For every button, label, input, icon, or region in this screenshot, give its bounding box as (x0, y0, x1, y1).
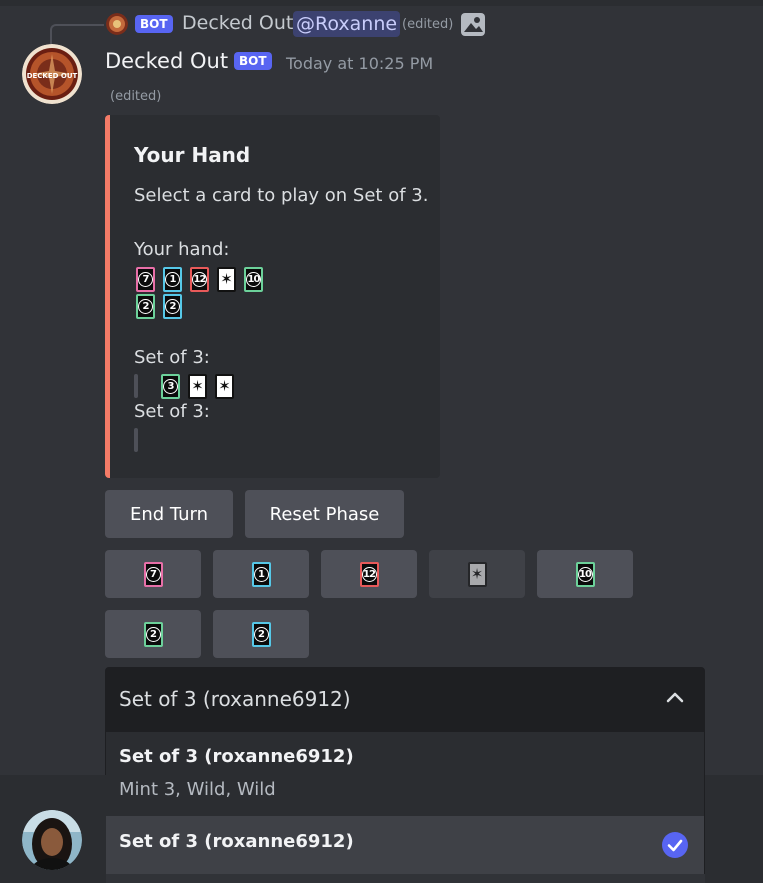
set1-quote-bar (134, 374, 138, 398)
user-avatar[interactable] (22, 810, 82, 870)
channel-top-strip (0, 0, 763, 6)
number-card-icon: 1 (251, 561, 271, 587)
reply-author-name[interactable]: Decked Out (182, 12, 293, 34)
card-value: 2 (165, 299, 180, 314)
card-value: 2 (253, 626, 269, 642)
number-card-icon: 2 (136, 294, 155, 319)
wild-card-icon: ✶ (217, 267, 236, 292)
star-icon: ✶ (220, 270, 233, 288)
set1-label: Set of 3: (134, 347, 210, 368)
hand-label: Your hand: (134, 239, 230, 260)
card-value: 1 (253, 566, 269, 582)
card-value: 1 (165, 272, 180, 287)
select-option-selected[interactable]: Set of 3 (roxanne6912) (106, 816, 704, 874)
number-card-icon: 10 (244, 267, 263, 292)
card-value: 7 (138, 272, 153, 287)
star-icon: ✶ (191, 377, 204, 395)
card-value: 7 (145, 566, 161, 582)
set2-label: Set of 3: (134, 401, 210, 422)
wild-card-icon: ✶ (467, 561, 487, 587)
number-card-icon: 7 (143, 561, 163, 587)
option-description: Mint 3, Wild, Wild (119, 779, 276, 800)
select-value: Set of 3 (roxanne6912) (119, 687, 351, 711)
end-turn-label: End Turn (129, 503, 209, 525)
embed-description: Select a card to play on Set of 3. (134, 185, 429, 206)
star-icon: ✶ (218, 377, 231, 395)
image-icon[interactable] (460, 12, 486, 37)
checkmark-icon (662, 832, 688, 858)
reply-bot-tag: BOT (135, 15, 173, 33)
card-value: 10 (577, 566, 593, 582)
reply-spine (50, 24, 104, 44)
bot-avatar[interactable]: DECKED OUT (22, 44, 82, 104)
reply-mention[interactable]: @Roxanne (293, 11, 401, 37)
number-card-icon: 1 (163, 267, 182, 292)
set2-quote-bar (134, 428, 138, 452)
play-card-button[interactable]: 1 (213, 550, 309, 598)
end-turn-button[interactable]: End Turn (105, 490, 233, 538)
bot-tag: BOT (234, 52, 272, 70)
star-icon: ✶ (470, 564, 484, 583)
number-card-icon: 10 (575, 561, 595, 587)
select-option[interactable]: Set of 3 (roxanne6912) Mint 3, Wild, Wil… (106, 732, 704, 816)
number-card-icon: 2 (143, 621, 163, 647)
message-timestamp[interactable]: Today at 10:25 PM (286, 54, 433, 73)
play-card-button[interactable]: 2 (213, 610, 309, 658)
reply-edited-label: (edited) (402, 17, 454, 32)
number-card-icon: 3 (161, 374, 180, 399)
number-card-icon: 2 (163, 294, 182, 319)
reset-phase-label: Reset Phase (269, 503, 380, 525)
wild-card-icon: ✶ (188, 374, 207, 399)
reset-phase-button[interactable]: Reset Phase (245, 490, 404, 538)
option-label: Set of 3 (roxanne6912) (119, 746, 354, 767)
select-menu: Set of 3 (roxanne6912) Mint 3, Wild, Wil… (105, 731, 705, 874)
chevron-up-icon[interactable] (666, 690, 684, 704)
edited-label: (edited) (110, 89, 162, 104)
reply-avatar-icon[interactable] (106, 13, 128, 35)
number-card-icon: 12 (190, 267, 209, 292)
card-value: 12 (361, 566, 377, 582)
play-card-button[interactable]: 12 (321, 550, 417, 598)
author-name[interactable]: Decked Out (105, 49, 228, 73)
set-select-dropdown[interactable]: Set of 3 (roxanne6912) (105, 667, 705, 731)
number-card-icon: 12 (359, 561, 379, 587)
embed-title: Your Hand (134, 143, 251, 167)
avatar-logo-text: DECKED OUT (27, 72, 78, 80)
number-card-icon: 2 (251, 621, 271, 647)
play-card-button[interactable]: 7 (105, 550, 201, 598)
option-label: Set of 3 (roxanne6912) (119, 831, 354, 852)
composer-background-right (705, 775, 763, 883)
play-card-button[interactable]: 10 (537, 550, 633, 598)
embed-card: Your Hand Select a card to play on Set o… (105, 115, 440, 478)
card-value: 2 (145, 626, 161, 642)
play-card-button[interactable]: ✶ (429, 550, 525, 598)
play-card-button[interactable]: 2 (105, 610, 201, 658)
card-value: 10 (246, 272, 261, 287)
number-card-icon: 7 (136, 267, 155, 292)
wild-card-icon: ✶ (215, 374, 234, 399)
card-value: 12 (192, 272, 207, 287)
card-value: 2 (138, 299, 153, 314)
card-value: 3 (163, 379, 178, 394)
